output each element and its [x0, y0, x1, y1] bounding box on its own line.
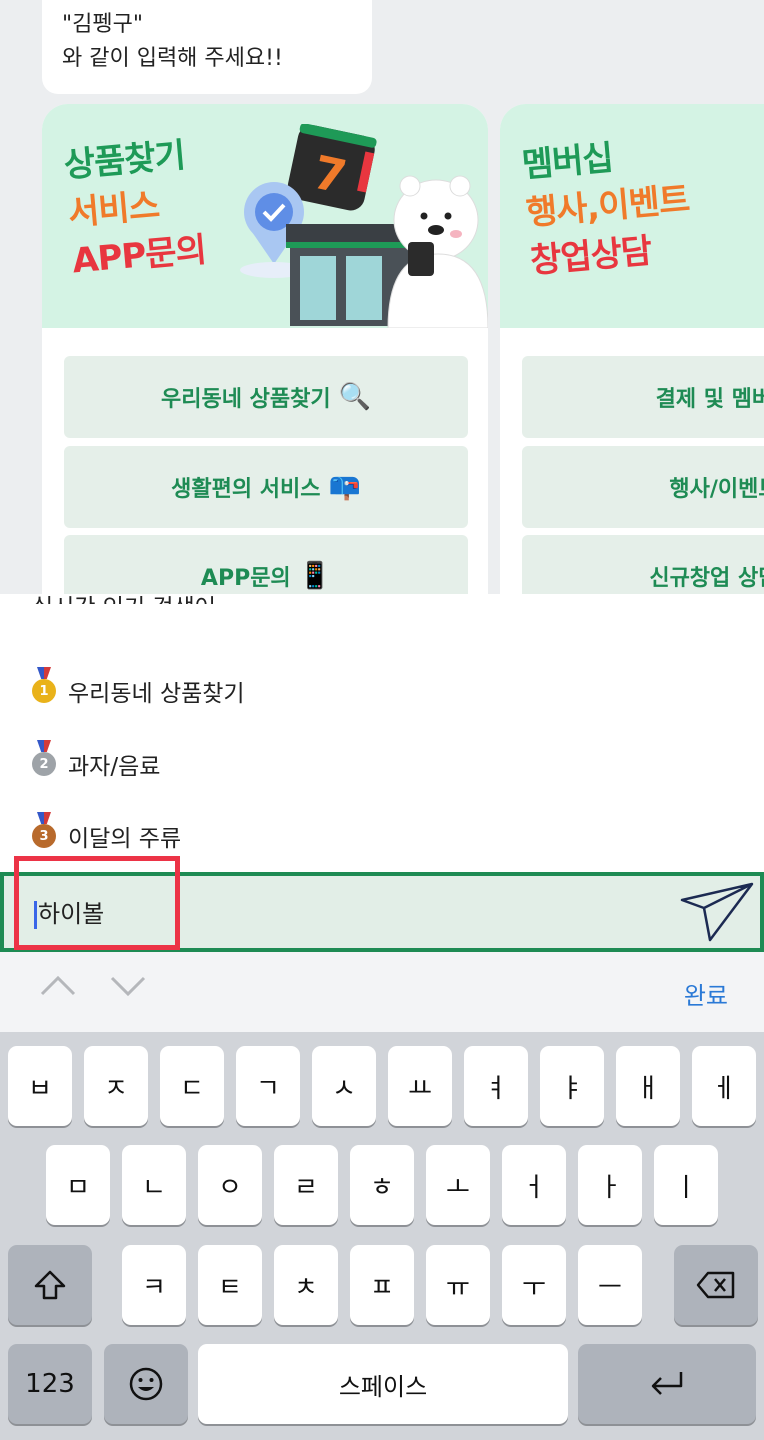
silver-medal-icon: 2 — [32, 752, 56, 776]
key[interactable]: ㅍ — [350, 1245, 414, 1325]
key[interactable]: ㅅ — [312, 1046, 376, 1126]
shift-key[interactable] — [8, 1245, 92, 1325]
button-convenience-services[interactable]: 생활편의 서비스 📪 — [64, 446, 468, 528]
card-banner-membership: 멤버십 행사,이벤트 창업상담 — [500, 104, 764, 328]
key[interactable]: ㅓ — [502, 1145, 566, 1225]
message-line-2: 와 같이 입력해 주세요!! — [62, 46, 283, 71]
button-find-products[interactable]: 우리동네 상품찾기 🔍 — [64, 356, 468, 438]
key[interactable]: ㄹ — [274, 1145, 338, 1225]
suggestion-header: 실시간 인기 검색어 — [32, 580, 216, 604]
emoji-key[interactable] — [104, 1344, 188, 1424]
chat-area: "김펭구" 와 같이 입력해 주세요!! 상품찾기 서비스 APP문의 7 우리… — [0, 0, 764, 594]
suggestion-item-3[interactable]: 3 이달의 주류 — [32, 819, 181, 853]
suggestion-label: 우리동네 상품찾기 — [68, 681, 245, 707]
key[interactable]: ㅌ — [198, 1245, 262, 1325]
suggestion-header-label: 실시간 인기 검색어 — [32, 588, 216, 604]
key[interactable]: ㄷ — [160, 1046, 224, 1126]
button-label: 생활편의 서비스 — [171, 477, 321, 502]
message-line-1: "김펭구" — [62, 12, 143, 37]
button-label: 행사/이벤트 — [669, 477, 764, 502]
suggestion-label: 이달의 주류 — [68, 826, 182, 852]
shift-icon — [34, 1270, 66, 1300]
done-button[interactable]: 완료 — [684, 976, 728, 1011]
return-key[interactable] — [578, 1344, 756, 1424]
input-highlight-box — [14, 856, 180, 950]
key[interactable]: ㅠ — [426, 1245, 490, 1325]
key[interactable]: ㅊ — [274, 1245, 338, 1325]
key[interactable]: ㅕ — [464, 1046, 528, 1126]
suggestion-list: 실시간 인기 검색어 1 우리동네 상품찾기 2 과자/음료 3 이달의 주류 — [0, 594, 764, 872]
key[interactable]: ㅎ — [350, 1145, 414, 1225]
key[interactable]: ㅗ — [426, 1145, 490, 1225]
suggestion-item-1[interactable]: 1 우리동네 상품찾기 — [32, 674, 245, 708]
key[interactable]: ㅔ — [692, 1046, 756, 1126]
key[interactable]: ㅇ — [198, 1145, 262, 1225]
keyboard-toolbar: 완료 — [0, 952, 764, 1032]
chevron-down-icon[interactable] — [110, 974, 146, 998]
key[interactable]: ㅡ — [578, 1245, 642, 1325]
send-icon[interactable] — [678, 880, 756, 944]
korean-keyboard: ㅂ ㅈ ㄷ ㄱ ㅅ ㅛ ㅕ ㅑ ㅐ ㅔ ㅁ ㄴ ㅇ ㄹ ㅎ ㅗ ㅓ ㅏ ㅣ ㅋ … — [0, 1032, 764, 1440]
key[interactable]: ㅛ — [388, 1046, 452, 1126]
key[interactable]: ㅋ — [122, 1245, 186, 1325]
mailbox-icon: 📪 — [328, 472, 361, 502]
chevron-up-icon[interactable] — [40, 974, 76, 998]
menu-card-membership: 멤버십 행사,이벤트 창업상담 결제 및 멤버십 행사/이벤트 신규창업 상담신 — [500, 104, 764, 594]
button-franchise-consult[interactable]: 신규창업 상담신 — [522, 535, 764, 594]
suggestion-item-2[interactable]: 2 과자/음료 — [32, 747, 160, 781]
gold-medal-icon: 1 — [32, 679, 56, 703]
button-label: 결제 및 멤버십 — [655, 387, 764, 412]
menu-card-products: 상품찾기 서비스 APP문의 7 우리동네 상품찾기 🔍 생활편의 서비스 📪 … — [42, 104, 488, 594]
card-banner-products: 상품찾기 서비스 APP문의 7 — [42, 104, 488, 328]
message-bubble: "김펭구" 와 같이 입력해 주세요!! — [42, 0, 372, 94]
emoji-icon — [129, 1367, 163, 1401]
button-events[interactable]: 행사/이벤트 — [522, 446, 764, 528]
bronze-medal-icon: 3 — [32, 824, 56, 848]
button-label: 신규창업 상담신 — [649, 566, 764, 591]
key[interactable]: ㄴ — [122, 1145, 186, 1225]
numbers-key[interactable]: 123 — [8, 1344, 92, 1424]
key[interactable]: ㅁ — [46, 1145, 110, 1225]
backspace-icon — [696, 1271, 735, 1299]
phone-icon: 📱 — [298, 561, 332, 591]
space-key[interactable]: 스페이스 — [198, 1344, 568, 1424]
banner-line-3: APP문의 — [70, 229, 208, 282]
button-payment-membership[interactable]: 결제 및 멤버십 — [522, 356, 764, 438]
key[interactable]: ㄱ — [236, 1046, 300, 1126]
backspace-key[interactable] — [674, 1245, 758, 1325]
key[interactable]: ㅣ — [654, 1145, 718, 1225]
suggestion-label: 과자/음료 — [68, 754, 161, 780]
banner-title: 멤버십 행사,이벤트 창업상담 — [520, 128, 695, 286]
store-illustration: 7 — [240, 124, 488, 328]
key[interactable]: ㅂ — [8, 1046, 72, 1126]
key[interactable]: ㅐ — [616, 1046, 680, 1126]
button-label: 우리동네 상품찾기 — [161, 387, 331, 412]
key[interactable]: ㅑ — [540, 1046, 604, 1126]
key[interactable]: ㅏ — [578, 1145, 642, 1225]
return-icon — [651, 1372, 683, 1395]
magnifier-icon: 🔍 — [338, 382, 371, 412]
key[interactable]: ㅜ — [502, 1245, 566, 1325]
banner-title: 상품찾기 서비스 APP문의 — [62, 130, 208, 285]
key[interactable]: ㅈ — [84, 1046, 148, 1126]
